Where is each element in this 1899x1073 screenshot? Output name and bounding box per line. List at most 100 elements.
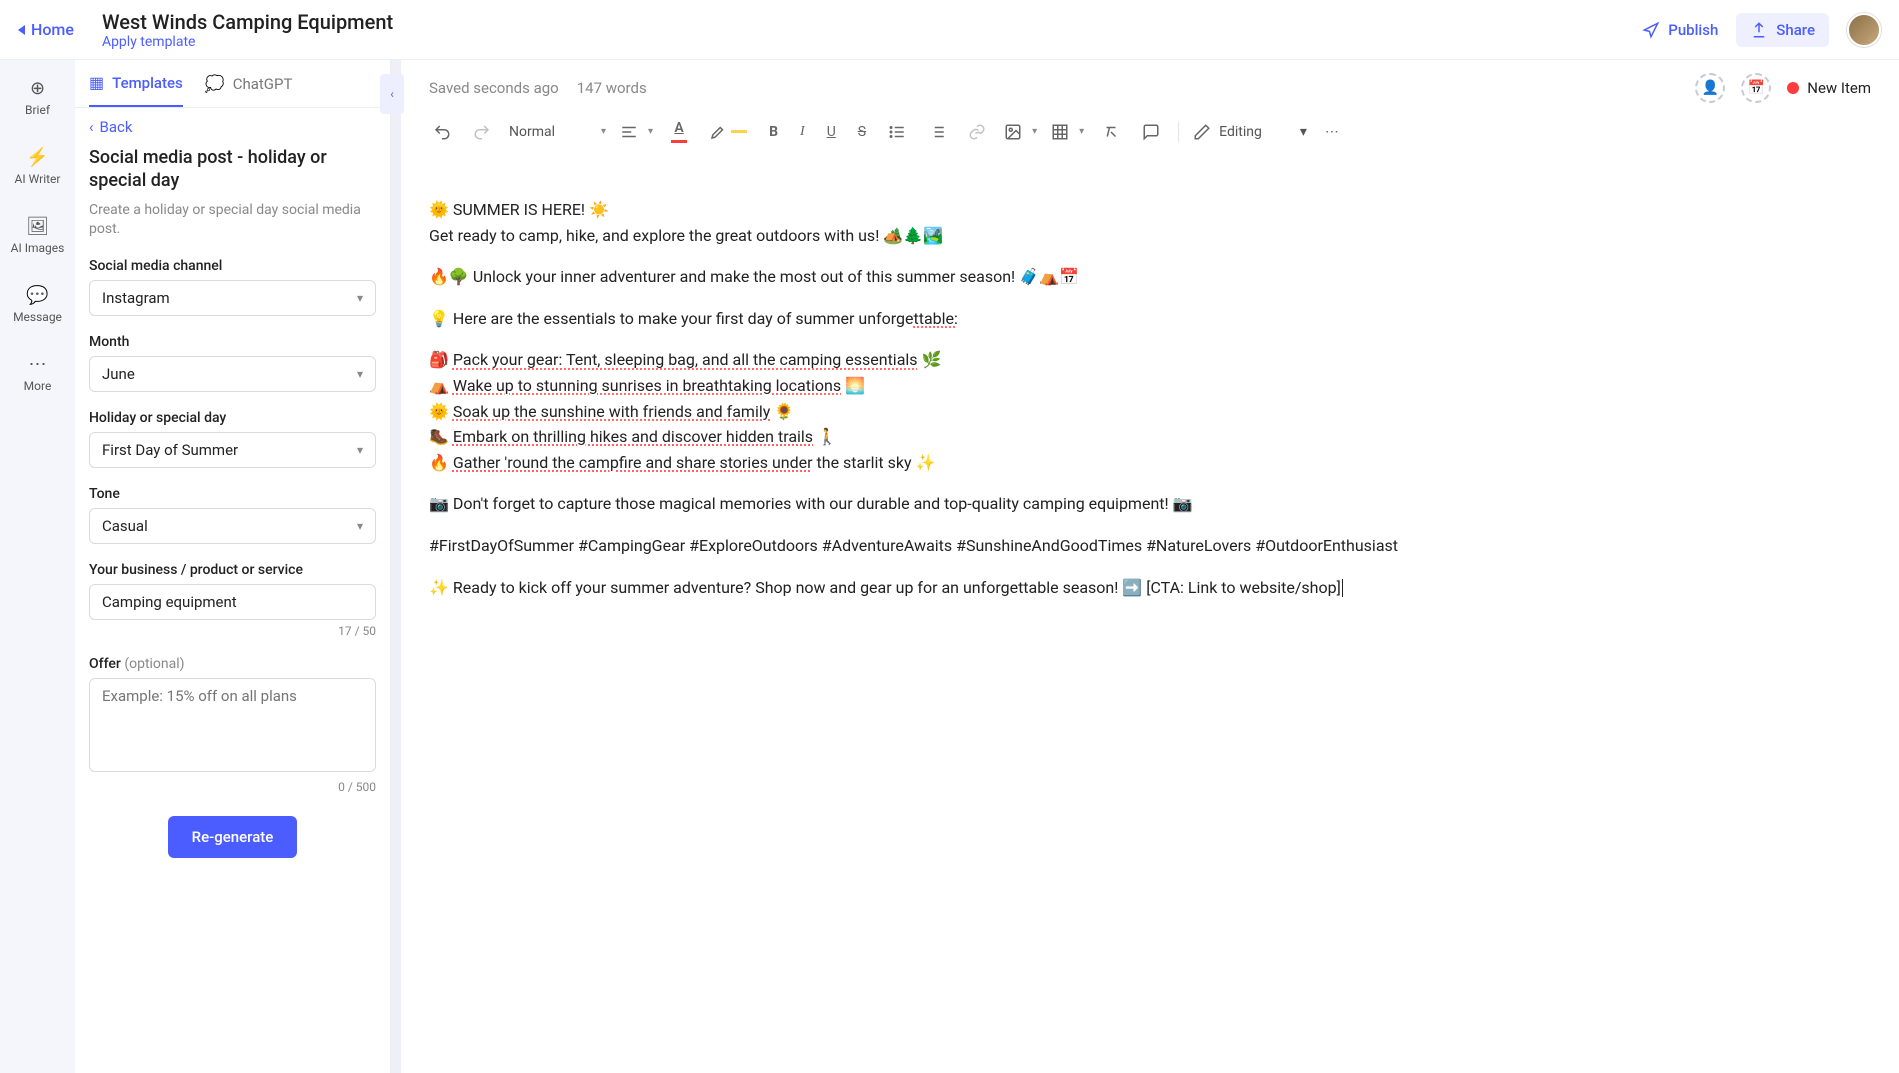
content-line: 🔥🌳 Unlock your inner adventurer and make… — [429, 264, 1473, 290]
content-line: #FirstDayOfSummer #CampingGear #ExploreO… — [429, 533, 1473, 559]
paragraph-style-select[interactable]: Normal ▾ — [509, 124, 606, 140]
sidebar-panel: ▦ Templates 💭 ChatGPT ‹ ‹ Back Social me… — [75, 60, 391, 1073]
back-label: Back — [100, 118, 133, 136]
field-tone: Tone Casual ▾ — [89, 486, 376, 544]
field-holiday: Holiday or special day First Day of Summ… — [89, 410, 376, 468]
pencil-icon — [1193, 123, 1211, 141]
business-char-count: 17 / 50 — [89, 624, 376, 638]
doc-title[interactable]: West Winds Camping Equipment — [102, 10, 1642, 34]
link-button[interactable] — [964, 119, 990, 145]
send-icon — [1642, 21, 1660, 39]
color-swatch — [731, 130, 747, 133]
rail-ai-writer[interactable]: ⚡ AI Writer — [0, 141, 75, 192]
tab-chatgpt-label: ChatGPT — [233, 75, 293, 93]
sidebar-scrollbar-track[interactable] — [391, 60, 401, 1073]
publish-label: Publish — [1668, 21, 1718, 39]
month-select[interactable]: June ▾ — [89, 356, 376, 392]
user-avatar[interactable] — [1847, 13, 1881, 47]
channel-select[interactable]: Instagram ▾ — [89, 280, 376, 316]
channel-value: Instagram — [102, 289, 170, 307]
more-toolbar-button[interactable]: ⋯ — [1321, 120, 1343, 144]
tab-templates[interactable]: ▦ Templates — [89, 60, 183, 107]
chat-icon: 💬 — [26, 285, 48, 306]
align-select[interactable]: ▾ — [620, 123, 653, 141]
font-color-button[interactable]: A — [667, 116, 691, 147]
clear-formatting-button[interactable] — [1098, 119, 1124, 145]
chevron-down-icon: ▾ — [1079, 126, 1084, 137]
grid-icon: ▦ — [89, 73, 104, 92]
editor-toolbar: Normal ▾ ▾ A B I U S ▾ — [401, 116, 1899, 157]
regenerate-button[interactable]: Re-generate — [168, 816, 298, 858]
editing-label: Editing — [1219, 124, 1262, 140]
rail-more[interactable]: ⋯ More — [0, 348, 75, 399]
insert-table-select[interactable]: ▾ — [1051, 123, 1084, 141]
holiday-label: Holiday or special day — [89, 410, 376, 426]
back-link[interactable]: ‹ Back — [75, 108, 390, 140]
image-icon: 🖼 — [26, 216, 49, 237]
form-description: Create a holiday or special day social m… — [89, 201, 376, 240]
field-offer: Offer (optional) 0 / 500 — [89, 656, 376, 794]
italic-button[interactable]: I — [796, 120, 809, 144]
bold-button[interactable]: B — [765, 120, 782, 144]
redo-button[interactable] — [469, 119, 495, 145]
chevron-down-icon: ▾ — [357, 291, 363, 305]
editor-top-bar: Saved seconds ago 147 words 👤 📅 New Item — [401, 60, 1899, 116]
share-label: Share — [1776, 21, 1815, 39]
home-link[interactable]: Home — [18, 20, 74, 39]
app-body: ⊕ Brief ⚡ AI Writer 🖼 AI Images 💬 Messag… — [0, 60, 1899, 1073]
image-icon — [1004, 123, 1022, 141]
highlighter-icon — [709, 123, 727, 141]
add-collaborator-button[interactable]: 👤 — [1695, 73, 1725, 103]
chevron-down-icon: ▾ — [1300, 124, 1307, 140]
chevron-down-icon: ▾ — [357, 519, 363, 533]
undo-icon — [433, 123, 451, 141]
bullet-list-button[interactable] — [884, 119, 910, 145]
rail-message[interactable]: 💬 Message — [0, 279, 75, 330]
style-label: Normal — [509, 124, 555, 140]
calendar-icon: 📅 — [1748, 80, 1765, 96]
status-new-item[interactable]: New Item — [1787, 79, 1871, 97]
content-line: 💡 Here are the essentials to make your f… — [429, 306, 1473, 332]
tone-select[interactable]: Casual ▾ — [89, 508, 376, 544]
content-line: 🌞 SUMMER IS HERE! ☀️ Get ready to camp, … — [429, 197, 1473, 248]
highlight-button[interactable] — [705, 119, 751, 145]
tab-templates-label: Templates — [112, 74, 183, 92]
tab-chatgpt[interactable]: 💭 ChatGPT — [205, 60, 293, 107]
status-dot-icon — [1787, 82, 1799, 94]
rail-brief[interactable]: ⊕ Brief — [0, 72, 75, 123]
strikethrough-button[interactable]: S — [854, 120, 870, 144]
share-button[interactable]: Share — [1736, 13, 1829, 47]
business-input[interactable] — [89, 584, 376, 620]
publish-button[interactable]: Publish — [1642, 21, 1718, 39]
list-ol-icon — [928, 123, 946, 141]
rail-aiwriter-label: AI Writer — [15, 172, 61, 186]
table-icon — [1051, 123, 1069, 141]
apply-template-link[interactable]: Apply template — [102, 34, 1642, 50]
offer-textarea[interactable] — [89, 678, 376, 772]
upload-icon — [1750, 21, 1768, 39]
comment-button[interactable] — [1138, 119, 1164, 145]
editor-top-right: 👤 📅 New Item — [1695, 73, 1871, 103]
form-scroll[interactable]: Social media post - holiday or special d… — [75, 140, 390, 1073]
left-rail: ⊕ Brief ⚡ AI Writer 🖼 AI Images 💬 Messag… — [0, 60, 75, 1073]
holiday-select[interactable]: First Day of Summer ▾ — [89, 432, 376, 468]
editing-mode-select[interactable]: Editing ▾ — [1193, 123, 1307, 141]
undo-button[interactable] — [429, 119, 455, 145]
underline-button[interactable]: U — [823, 120, 840, 144]
status-label: New Item — [1807, 79, 1871, 97]
numbered-list-button[interactable] — [924, 119, 950, 145]
chevron-down-icon: ▾ — [1032, 126, 1037, 137]
rail-brief-label: Brief — [25, 103, 50, 117]
chevron-left-icon — [18, 25, 25, 35]
field-business: Your business / product or service 17 / … — [89, 562, 376, 638]
target-icon: ⊕ — [30, 78, 45, 99]
editor-content[interactable]: 🌞 SUMMER IS HERE! ☀️ Get ready to camp, … — [401, 157, 1501, 656]
add-date-button[interactable]: 📅 — [1741, 73, 1771, 103]
month-label: Month — [89, 334, 376, 350]
rail-ai-images[interactable]: 🖼 AI Images — [0, 210, 75, 261]
insert-image-select[interactable]: ▾ — [1004, 123, 1037, 141]
chevron-down-icon: ▾ — [357, 367, 363, 381]
toolbar-divider — [1178, 122, 1179, 142]
sidebar-collapse-button[interactable]: ‹ — [380, 74, 404, 114]
color-swatch — [671, 140, 687, 143]
